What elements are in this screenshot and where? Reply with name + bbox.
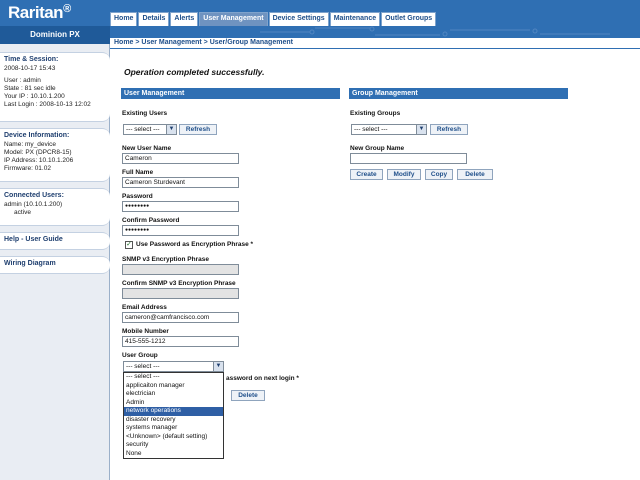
new-user-name-label: New User Name	[122, 145, 172, 152]
full-name-label: Full Name	[122, 169, 154, 176]
user-group-value: --- select ---	[126, 363, 160, 370]
main-nav: Home Details Alerts User Management Device S…	[110, 12, 437, 26]
existing-groups-label: Existing Groups	[350, 110, 401, 117]
raritan-logo: Raritan®	[8, 3, 71, 22]
time-session-panel: Time & Session: 2008-10-17 15:43 User : …	[0, 52, 110, 122]
password-label: Password	[122, 193, 153, 200]
user-group-dropdown-list: --- select --- applicaiton manager electri…	[123, 372, 224, 459]
time-session-heading: Time & Session:	[4, 56, 59, 63]
existing-groups-value: --- select ---	[354, 126, 388, 133]
device-info-heading: Device Information:	[4, 132, 70, 139]
refresh-groups-button[interactable]: Refresh	[430, 124, 468, 135]
modify-group-button[interactable]: Modify	[387, 169, 421, 180]
user-group-option[interactable]: electrician	[124, 390, 223, 399]
connected-users-heading: Connected Users:	[4, 192, 64, 199]
tab-alerts[interactable]: Alerts	[170, 12, 199, 26]
new-group-name-label: New Group Name	[350, 145, 405, 152]
group-management-heading: Group Management	[349, 88, 568, 99]
tab-user-management[interactable]: User Management	[199, 12, 268, 26]
user-management-heading: User Management	[121, 88, 340, 99]
snmp-confirm-input	[122, 288, 239, 299]
device-info-panel: Device Information: Name: my_device Mode…	[0, 128, 110, 182]
circuit-pattern-icon	[260, 26, 610, 37]
snmp-phrase-label: SNMP v3 Encryption Phrase	[122, 256, 209, 263]
connected-users-panel: Connected Users: admin (10.10.1.200) act…	[0, 188, 110, 226]
device-firmware: Firmware: 01.02	[4, 165, 51, 172]
session-ip: Your IP : 10.10.1.200	[4, 93, 65, 100]
tab-home[interactable]: Home	[110, 12, 138, 26]
delete-group-button[interactable]: Delete	[457, 169, 493, 180]
user-group-select[interactable]: --- select --- ▼	[123, 361, 224, 372]
refresh-users-button[interactable]: Refresh	[179, 124, 217, 135]
mobile-input[interactable]: 415-555-1212	[122, 336, 239, 347]
confirm-password-input[interactable]: ●●●●●●●●	[122, 225, 239, 236]
wiring-diagram-link[interactable]: Wiring Diagram	[4, 260, 106, 267]
snmp-phrase-input	[122, 264, 239, 275]
email-input[interactable]: cameron@camfrancisco.com	[122, 312, 239, 323]
decorative-pattern-bar	[110, 26, 640, 38]
help-panel: Help - User Guide	[0, 232, 110, 250]
chevron-down-icon: ▼	[416, 125, 426, 134]
copy-group-button[interactable]: Copy	[425, 169, 453, 180]
checkmark-icon: ✓	[126, 241, 132, 248]
product-name: Dominion PX	[0, 26, 110, 44]
existing-users-value: --- select ---	[126, 126, 160, 133]
user-group-option[interactable]: <Unknown> (default setting)	[124, 433, 223, 442]
mobile-label: Mobile Number	[122, 328, 169, 335]
user-group-option[interactable]: network operations	[124, 407, 223, 416]
snmp-confirm-label: Confirm SNMP v3 Encryption Phrase	[122, 280, 236, 287]
user-group-option[interactable]: --- select ---	[124, 373, 223, 382]
password-input[interactable]: ●●●●●●●●	[122, 201, 239, 212]
new-user-name-input[interactable]: Cameron	[122, 153, 239, 164]
chevron-down-icon: ▼	[166, 125, 176, 134]
encryption-checkbox-label: Use Password as Encryption Phrase *	[136, 241, 254, 248]
user-group-option[interactable]: None	[124, 450, 223, 459]
device-model: Model: PX (DPCR8-15)	[4, 149, 72, 156]
tab-details[interactable]: Details	[138, 12, 170, 26]
existing-users-label: Existing Users	[122, 110, 168, 117]
connected-user: admin (10.10.1.200)	[4, 201, 63, 208]
breadcrumb-divider	[110, 48, 640, 49]
tab-maintenance[interactable]: Maintenance	[329, 12, 381, 26]
new-group-name-input[interactable]	[350, 153, 467, 164]
delete-user-button[interactable]: Delete	[231, 390, 265, 401]
session-state: State : 81 sec idle	[4, 85, 56, 92]
tab-outlet-groups[interactable]: Outlet Groups	[381, 12, 437, 26]
create-group-button[interactable]: Create	[350, 169, 383, 180]
change-password-next-login-label: assword on next login *	[226, 375, 299, 382]
wiring-panel: Wiring Diagram	[0, 256, 110, 274]
existing-users-select[interactable]: --- select --- ▼	[123, 124, 177, 135]
device-name: Name: my_device	[4, 141, 57, 148]
user-group-option[interactable]: disaster recovery	[124, 416, 223, 425]
user-group-option[interactable]: Admin	[124, 399, 223, 408]
connected-user-status: active	[14, 209, 31, 216]
chevron-down-icon: ▼	[213, 362, 223, 371]
session-user: User : admin	[4, 77, 41, 84]
encryption-checkbox[interactable]: ✓	[125, 241, 133, 249]
user-group-label: User Group	[122, 352, 158, 359]
full-name-input[interactable]: Cameron Sturdevant	[122, 177, 239, 188]
email-label: Email Address	[122, 304, 167, 311]
existing-groups-select[interactable]: --- select --- ▼	[351, 124, 427, 135]
tab-device-settings[interactable]: Device Settings	[268, 12, 329, 26]
help-user-guide-link[interactable]: Help - User Guide	[4, 236, 106, 243]
status-message: Operation completed successfully.	[124, 67, 265, 77]
user-group-option[interactable]: systems manager	[124, 424, 223, 433]
session-datetime: 2008-10-17 15:43	[4, 65, 56, 72]
sidebar: Time & Session: 2008-10-17 15:43 User : …	[0, 44, 110, 480]
breadcrumb: Home > User Management > User/Group Mana…	[110, 38, 640, 48]
confirm-password-label: Confirm Password	[122, 217, 180, 224]
session-last-login: Last Login : 2008-10-13 12:02	[4, 101, 91, 108]
device-ip: IP Address: 10.10.1.206	[4, 157, 74, 164]
user-group-option[interactable]: security	[124, 441, 223, 450]
user-group-option[interactable]: applicaiton manager	[124, 382, 223, 391]
logo-bar: Raritan®	[0, 0, 110, 26]
